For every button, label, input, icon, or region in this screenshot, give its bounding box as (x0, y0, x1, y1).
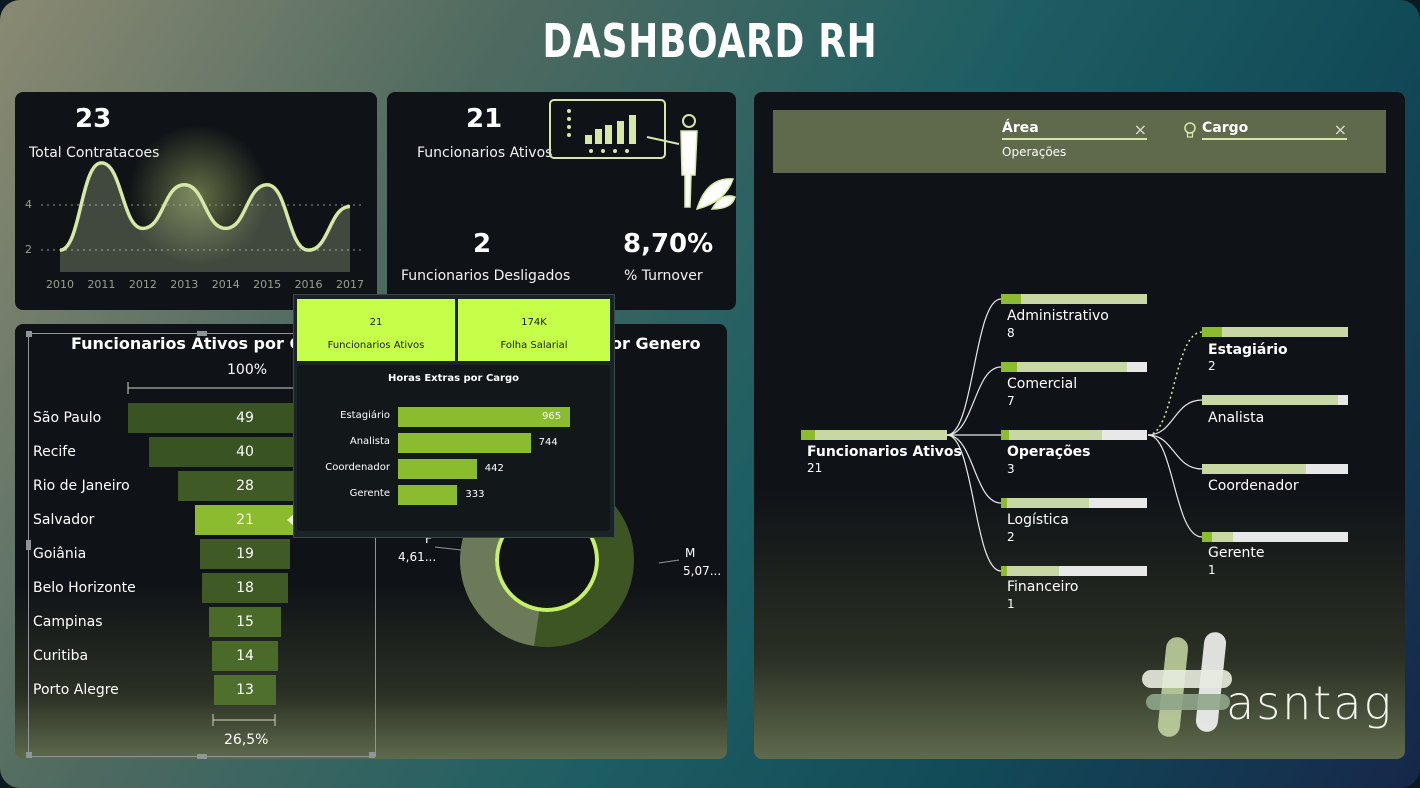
tree-node-comercial[interactable] (1001, 362, 1147, 372)
tooltip-box-folha: 174K Folha Salarial (458, 299, 610, 361)
x-tick-year: 2011 (87, 278, 116, 291)
tree-root-bar[interactable] (801, 430, 947, 440)
tree-label-financeiro: Financeiro (1007, 579, 1079, 595)
genero-m-value: 5,07... (683, 564, 722, 578)
hbar-value-label: 442 (484, 463, 504, 474)
tree-label-logistica: Logística (1007, 512, 1069, 528)
tree-node-gerente[interactable] (1202, 532, 1348, 542)
desligados-value: 2 (473, 229, 492, 259)
tree-value-financeiro: 1 (1007, 597, 1015, 611)
tree-label-analista: Analista (1208, 410, 1265, 426)
tree-value-comercial: 7 (1007, 394, 1015, 408)
tree-label-administrativo: Administrativo (1007, 308, 1109, 324)
presentation-illustration (549, 99, 736, 211)
hbar-value-label: 744 (538, 437, 558, 448)
tooltip-ativos-label: Funcionarios Ativos (327, 340, 425, 351)
tree-label-comercial: Comercial (1007, 376, 1078, 392)
tree-root-value: 21 (807, 461, 823, 475)
hbar-value-label: 333 (465, 489, 485, 500)
card-contratacoes[interactable]: 23 Total Contratacoes 4 2 2010 2011 2012 20… (15, 92, 377, 310)
x-tick-year: 2015 (253, 278, 282, 291)
tree-value-estagiario: 2 (1208, 359, 1216, 373)
tree-node-logistica[interactable] (1001, 498, 1147, 508)
hashtag-logo: asntag (1142, 632, 1392, 742)
tree-label-operacoes: Operações (1007, 444, 1091, 460)
tree-value-logistica: 2 (1007, 530, 1015, 544)
tree-node-financeiro[interactable] (1001, 566, 1147, 576)
hbar-category-label: Gerente (349, 488, 390, 499)
page-title: DASHBOARD RH (542, 14, 878, 68)
desligados-label: Funcionarios Desligados (401, 268, 571, 284)
tree-root-label: Funcionarios Ativos (807, 444, 962, 460)
tree-label-gerente: Gerente (1208, 545, 1265, 561)
tooltip-chart-panel: Horas Extras por Cargo Estagiário 965 Anal… (297, 365, 610, 531)
tree-node-coordenador[interactable] (1202, 464, 1348, 474)
dashboard-frame: DASHBOARD RH 23 Total Contratacoes 4 2 2… (0, 0, 1420, 788)
hbar-value-label: 965 (542, 411, 562, 422)
x-tick-year: 2017 (336, 278, 364, 291)
card-ativos[interactable]: 21 Funcionarios Ativos 2 Funcionarios De… (387, 92, 736, 310)
tooltip-folha-label: Folha Salarial (500, 340, 568, 351)
tree-value-operacoes: 3 (1007, 462, 1015, 476)
hbar (398, 459, 477, 479)
genero-m-label: M (685, 546, 696, 560)
hbar-category-label: Coordenador (325, 462, 390, 473)
leader-line-f (434, 546, 462, 551)
tree-node-administrativo[interactable] (1001, 294, 1147, 304)
hbar-category-label: Analista (349, 436, 390, 447)
y-tick-4: 4 (25, 198, 32, 211)
tree-value-administrativo: 8 (1007, 326, 1015, 340)
ativos-value: 21 (466, 104, 503, 134)
logo-text: asntag (1226, 676, 1394, 730)
x-tick-year: 2014 (211, 278, 240, 291)
y-tick-2: 2 (25, 243, 32, 256)
tooltip-card: 21 Funcionarios Ativos 174K Folha Salari… (293, 294, 615, 538)
x-tick-year: 2012 (128, 278, 157, 291)
turnover-label: % Turnover (624, 268, 703, 284)
leader-line-m (658, 559, 680, 564)
tooltip-chart-title: Horas Extras por Cargo (387, 373, 519, 384)
genero-f-value: 4,61... (398, 550, 437, 564)
tree-node-operacoes[interactable] (1001, 430, 1147, 440)
x-tick-year: 2016 (294, 278, 323, 291)
hbar (398, 433, 531, 453)
x-tick-year: 2010 (46, 278, 74, 291)
card-decomposition-tree[interactable]: Área Operações × Cargo × Funcionarios At… (754, 92, 1405, 759)
tree-node-estagiario[interactable] (1202, 327, 1348, 337)
hbar (398, 485, 458, 505)
hbar-category-label: Estagiário (340, 410, 390, 421)
tree-value-gerente: 1 (1208, 563, 1216, 577)
tooltip-ativos-value: 21 (369, 317, 383, 328)
ativos-label: Funcionarios Ativos (417, 145, 553, 161)
x-tick-year: 2013 (170, 278, 199, 291)
tree-label-coordenador: Coordenador (1208, 478, 1299, 494)
tooltip-folha-value: 174K (521, 317, 547, 328)
tree-label-estagiario: Estagiário (1208, 342, 1288, 358)
turnover-value: 8,70% (623, 229, 714, 259)
tree-node-analista[interactable] (1202, 395, 1348, 405)
tooltip-box-ativos: 21 Funcionarios Ativos (297, 299, 455, 361)
